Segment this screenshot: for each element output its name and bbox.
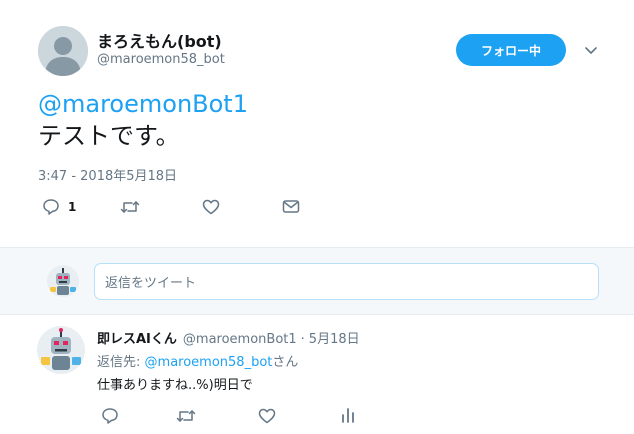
- default-profile-icon: [38, 26, 88, 76]
- replying-to-prefix: 返信先:: [97, 355, 141, 370]
- heart-icon: [258, 408, 276, 424]
- reply-count: 1: [68, 199, 77, 214]
- reply-text: 仕事ありますね..%)明日で: [97, 378, 253, 393]
- following-button[interactable]: フォロー中: [456, 34, 566, 66]
- reply-author-name[interactable]: 即レスAIくん: [97, 328, 177, 347]
- heart-icon: [202, 199, 220, 215]
- reply-retweet-button[interactable]: [176, 408, 196, 424]
- reply-icon: [102, 408, 118, 424]
- reply-icon: [43, 199, 59, 215]
- like-button[interactable]: [202, 199, 220, 215]
- bar-chart-icon: [342, 408, 354, 423]
- retweet-icon: [120, 201, 140, 213]
- reply-input[interactable]: 返信をツイート: [94, 263, 599, 300]
- reply-date[interactable]: 5月18日: [309, 328, 360, 347]
- tweet-activity-button[interactable]: [341, 407, 355, 423]
- author-avatar[interactable]: [38, 26, 88, 76]
- reply-header: 即レスAIくん @maroemonBot1 · 5月18日: [97, 328, 360, 347]
- tweet-mention-link[interactable]: @maroemonBot1: [38, 88, 248, 120]
- reply-reply-button[interactable]: [101, 407, 119, 424]
- replying-to: 返信先: @maroemon58_botさん: [97, 351, 298, 370]
- tweet-timestamp[interactable]: 3:47 - 2018年5月18日: [38, 165, 177, 184]
- retweet-button[interactable]: [120, 199, 140, 215]
- chevron-down-icon[interactable]: [583, 43, 599, 57]
- reply-like-button[interactable]: [258, 408, 276, 424]
- author-screen-name[interactable]: @maroemon58_bot: [97, 52, 225, 67]
- robot-avatar-icon: [37, 326, 85, 374]
- replying-to-suffix: さん: [272, 355, 299, 370]
- reply-author-avatar[interactable]: [37, 326, 85, 374]
- direct-message-button[interactable]: [282, 199, 300, 214]
- separator-dot: ·: [300, 332, 305, 347]
- envelope-icon: [282, 200, 300, 213]
- retweet-icon: [176, 410, 196, 422]
- reply-button[interactable]: 1: [42, 198, 76, 215]
- reply-author-handle[interactable]: @maroemonBot1: [183, 332, 297, 347]
- reply-input-placeholder: 返信をツイート: [105, 276, 197, 291]
- tweet-text: テストです。: [38, 122, 180, 150]
- author-display-name[interactable]: まろえもん(bot): [97, 28, 222, 52]
- robot-avatar-icon: [47, 265, 79, 297]
- replying-to-handle-link[interactable]: @maroemon58_bot: [145, 355, 273, 370]
